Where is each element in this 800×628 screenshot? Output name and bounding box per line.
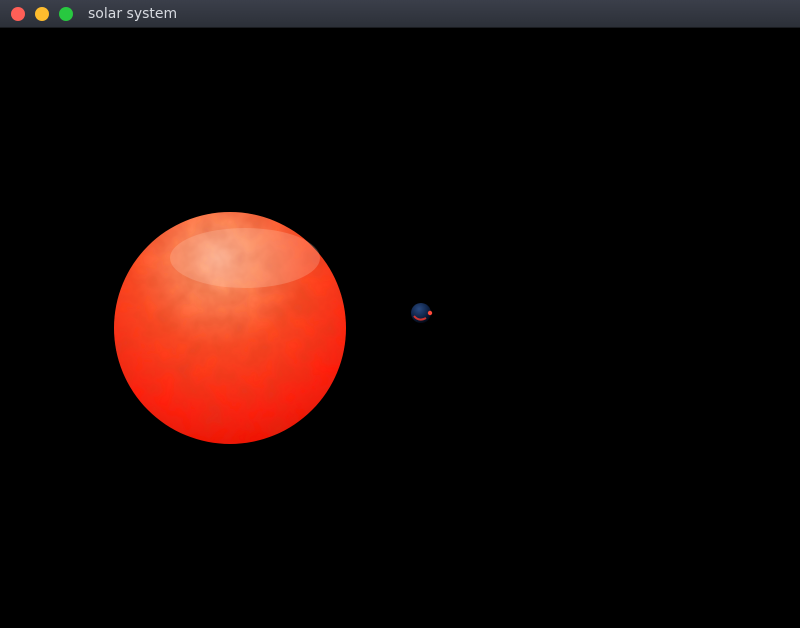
window-title: solar system <box>88 6 178 22</box>
maximize-button[interactable] <box>59 7 73 21</box>
render-viewport[interactable] <box>0 28 800 628</box>
planet <box>411 303 433 323</box>
planet-moon <box>427 310 433 316</box>
app-window: solar system <box>0 0 800 628</box>
minimize-button[interactable] <box>35 7 49 21</box>
scene-canvas <box>114 212 433 444</box>
close-button[interactable] <box>11 7 25 21</box>
sun <box>114 212 346 444</box>
sun-highlight <box>170 228 320 288</box>
title-bar[interactable]: solar system <box>0 0 800 28</box>
